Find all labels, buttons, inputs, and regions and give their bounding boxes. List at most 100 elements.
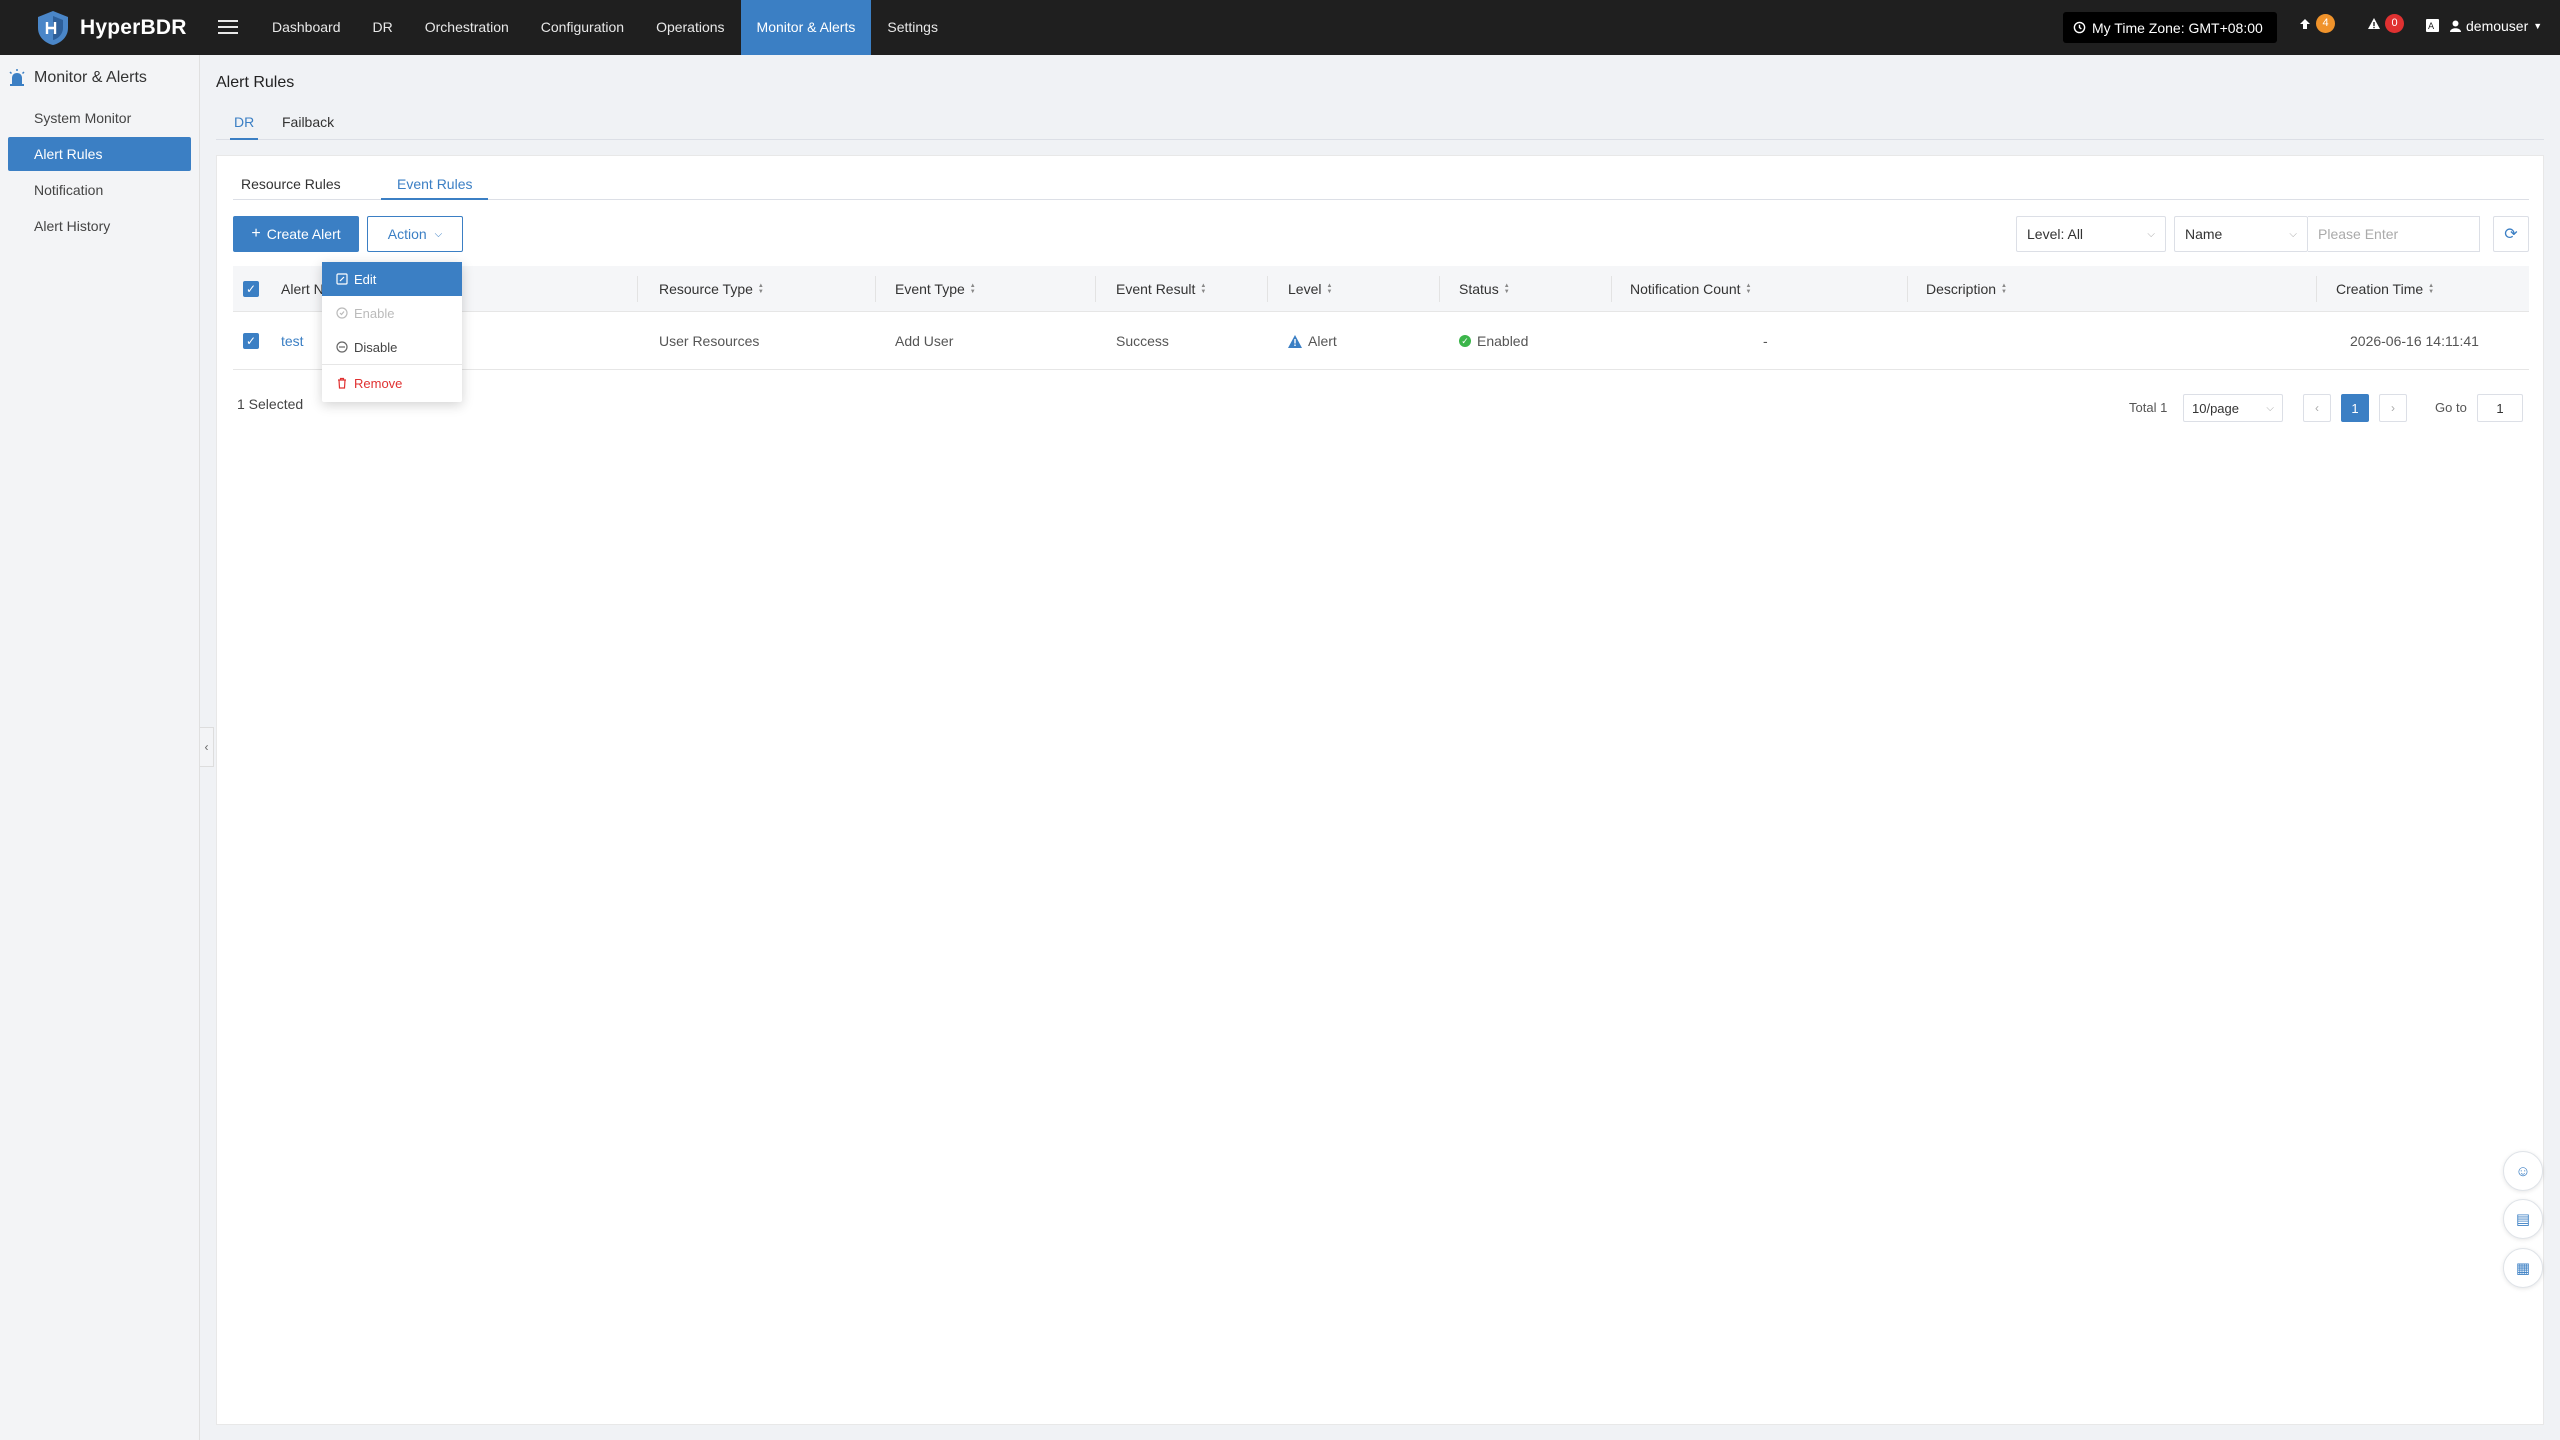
search-input[interactable]	[2308, 216, 2480, 252]
sort-icon: ▲ ▼	[1745, 283, 1752, 295]
page-size-select[interactable]: 10/page ⌵	[2183, 394, 2283, 422]
col-notification-count[interactable]: Notification Count ▲ ▼	[1630, 266, 1751, 312]
plus-icon: +	[251, 225, 261, 242]
page-title: Alert Rules	[216, 74, 295, 91]
clipboard-button[interactable]: ▦	[2503, 1248, 2543, 1288]
warning-triangle-icon	[2368, 17, 2380, 29]
sidebar-title: Monitor & Alerts	[8, 69, 147, 87]
timezone-button[interactable]: My Time Zone: GMT+08:00	[2063, 12, 2277, 43]
cell-event-result: Success	[1116, 333, 1169, 349]
sort-icon: ▲ ▼	[1503, 283, 1510, 295]
menu-item-edit[interactable]: Edit	[322, 262, 462, 296]
total-count: Total 1	[2129, 400, 2168, 415]
create-alert-button[interactable]: + Create Alert	[233, 216, 359, 252]
sidebar-item-alert-rules[interactable]: Alert Rules	[8, 137, 191, 171]
chevron-down-icon: ▼	[2533, 21, 2543, 31]
inner-tabs: Resource Rules Event Rules	[233, 168, 2529, 200]
col-resource-type[interactable]: Resource Type ▲ ▼	[659, 266, 764, 312]
username: demouser	[2466, 18, 2529, 34]
cell-status: ✓ Enabled	[1459, 312, 1528, 370]
refresh-button[interactable]: ⟳	[2493, 216, 2529, 252]
top-nav: Dashboard DR Orchestration Configuration…	[256, 0, 954, 55]
tab-dr[interactable]: DR	[230, 108, 259, 140]
cell-creation-time: 2026-06-16 14:11:41	[2350, 333, 2479, 349]
nav-orchestration[interactable]: Orchestration	[409, 0, 525, 55]
docs-button[interactable]: ▤	[2503, 1199, 2543, 1239]
svg-text:A: A	[2428, 22, 2435, 32]
nav-dr[interactable]: DR	[357, 0, 409, 55]
chevron-down-icon: ⌵	[2147, 228, 2155, 240]
sort-icon: ▲ ▼	[1200, 283, 1207, 295]
nav-settings[interactable]: Settings	[871, 0, 954, 55]
top-bar: HyperBDR Dashboard DR Orchestration Conf…	[0, 0, 2560, 55]
action-dropdown-menu: Edit Enable Disable Remove	[322, 262, 462, 402]
app-name: HyperBDR	[80, 16, 187, 39]
menu-item-enable[interactable]: Enable	[322, 296, 462, 330]
menu-item-disable[interactable]: Disable	[322, 330, 462, 364]
next-page-button[interactable]: ›	[2379, 394, 2407, 422]
nav-configuration[interactable]: Configuration	[525, 0, 640, 55]
enable-icon	[336, 307, 348, 319]
col-creation-time[interactable]: Creation Time ▲ ▼	[2336, 266, 2434, 312]
sidebar: Monitor & Alerts System Monitor Alert Ru…	[0, 55, 200, 1440]
level-filter-select[interactable]: Level: All ⌵	[2016, 216, 2166, 252]
alert-count-badge: 0	[2385, 14, 2404, 33]
page-1-button[interactable]: 1	[2341, 394, 2369, 422]
col-description[interactable]: Description ▲ ▼	[1926, 266, 2007, 312]
upgrade-count-badge: 4	[2316, 14, 2335, 33]
check-circle-icon: ✓	[1459, 335, 1471, 347]
nav-dashboard[interactable]: Dashboard	[256, 0, 357, 55]
timezone-label: My Time Zone: GMT+08:00	[2092, 19, 2263, 36]
refresh-icon: ⟳	[2504, 226, 2518, 243]
alarm-icon	[9, 69, 25, 86]
nav-operations[interactable]: Operations	[640, 0, 740, 55]
menu-item-remove[interactable]: Remove	[322, 366, 462, 400]
cell-resource-type: User Resources	[659, 333, 760, 349]
col-alert-name[interactable]: Alert N	[281, 266, 324, 312]
sidebar-collapse-button[interactable]: ‹	[200, 727, 214, 767]
col-event-type[interactable]: Event Type ▲ ▼	[895, 266, 976, 312]
table-row: ✓ test User Resources Add User Success A…	[233, 312, 2529, 370]
edit-icon	[336, 273, 348, 285]
user-icon	[2450, 20, 2461, 32]
row-checkbox[interactable]: ✓	[243, 312, 259, 370]
tab-event-rules[interactable]: Event Rules	[381, 168, 489, 200]
chevron-down-icon: ⌵	[2266, 402, 2274, 414]
sort-icon: ▲ ▼	[1326, 283, 1333, 295]
warning-triangle-icon	[1288, 334, 1302, 348]
selected-count: 1 Selected	[237, 396, 304, 412]
outer-tabs: DR Failback	[216, 108, 2544, 140]
prev-page-button[interactable]: ‹	[2303, 394, 2331, 422]
alert-button[interactable]: 0	[2367, 14, 2404, 33]
chat-button[interactable]: ☺	[2503, 1151, 2543, 1191]
goto-page-input[interactable]	[2477, 394, 2523, 422]
cell-notification-count: -	[1763, 333, 1768, 349]
col-event-result[interactable]: Event Result ▲ ▼	[1116, 266, 1206, 312]
user-menu[interactable]: demouser ▼	[2450, 18, 2542, 34]
tab-failback[interactable]: Failback	[282, 108, 334, 140]
sidebar-item-notification[interactable]: Notification	[8, 173, 191, 207]
upgrade-button[interactable]: 4	[2298, 14, 2335, 33]
disable-icon	[336, 341, 348, 353]
action-button[interactable]: Action ⌵	[367, 216, 463, 252]
language-button[interactable]: A	[2425, 18, 2440, 33]
col-level[interactable]: Level ▲ ▼	[1288, 266, 1332, 312]
sort-icon: ▲ ▼	[969, 283, 976, 295]
app-logo[interactable]: HyperBDR	[36, 10, 187, 46]
clock-icon	[2073, 21, 2086, 34]
sidebar-item-alert-history[interactable]: Alert History	[8, 209, 191, 243]
select-all-checkbox[interactable]: ✓	[243, 266, 259, 312]
alert-name-link[interactable]: test	[281, 312, 304, 370]
chevron-left-icon: ‹	[2315, 401, 2319, 415]
search-field-select[interactable]: Name ⌵	[2174, 216, 2308, 252]
goto-label: Go to	[2435, 400, 2467, 415]
hamburger-icon[interactable]	[218, 16, 238, 38]
tab-resource-rules[interactable]: Resource Rules	[241, 168, 341, 200]
nav-monitor-alerts[interactable]: Monitor & Alerts	[740, 0, 872, 55]
sort-icon: ▲ ▼	[2001, 283, 2007, 295]
sidebar-item-system-monitor[interactable]: System Monitor	[8, 101, 191, 135]
content-panel: Resource Rules Event Rules + Create Aler…	[216, 155, 2544, 1425]
chevron-down-icon: ⌵	[2289, 228, 2297, 240]
col-status[interactable]: Status ▲ ▼	[1459, 266, 1510, 312]
arrow-up-icon	[2300, 18, 2310, 29]
